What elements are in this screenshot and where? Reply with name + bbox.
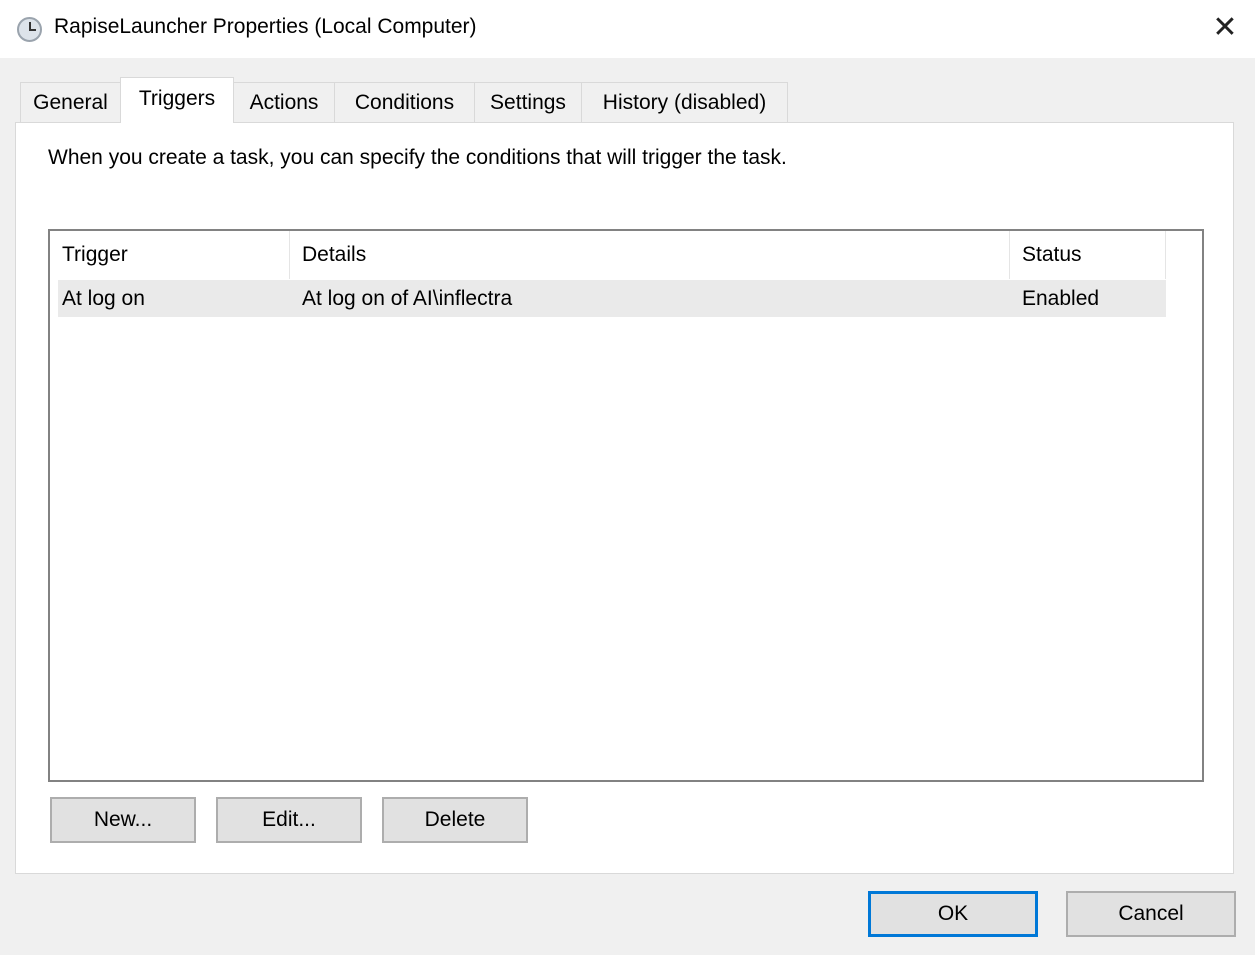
title-bar: RapiseLauncher Properties (Local Compute…	[0, 0, 1255, 58]
column-header-trigger[interactable]: Trigger	[50, 231, 290, 279]
cell-details: At log on of AI\inflectra	[302, 287, 513, 310]
cell-status: Enabled	[1022, 287, 1100, 310]
tab-history[interactable]: History (disabled)	[581, 82, 788, 123]
tab-general[interactable]: General	[20, 82, 121, 123]
table-row[interactable]: At log on At log on of AI\inflectra Enab…	[58, 280, 1166, 317]
new-button[interactable]: New...	[50, 797, 196, 843]
tab-triggers[interactable]: Triggers	[120, 77, 234, 123]
tab-actions[interactable]: Actions	[233, 82, 335, 123]
column-header-status[interactable]: Status	[1010, 231, 1166, 279]
tab-settings[interactable]: Settings	[474, 82, 582, 123]
description-text: When you create a task, you can specify …	[48, 146, 787, 169]
delete-button[interactable]: Delete	[382, 797, 528, 843]
cell-trigger: At log on	[62, 287, 145, 310]
window-title: RapiseLauncher Properties (Local Compute…	[54, 15, 477, 38]
clock-icon	[17, 17, 42, 42]
edit-button[interactable]: Edit...	[216, 797, 362, 843]
tab-conditions[interactable]: Conditions	[334, 82, 475, 123]
cancel-button[interactable]: Cancel	[1066, 891, 1236, 937]
ok-button[interactable]: OK	[868, 891, 1038, 937]
triggers-list[interactable]: Trigger Details Status At log on At log …	[48, 229, 1204, 782]
close-button[interactable]: ✕	[1205, 10, 1245, 46]
column-header-details[interactable]: Details	[290, 231, 1010, 279]
